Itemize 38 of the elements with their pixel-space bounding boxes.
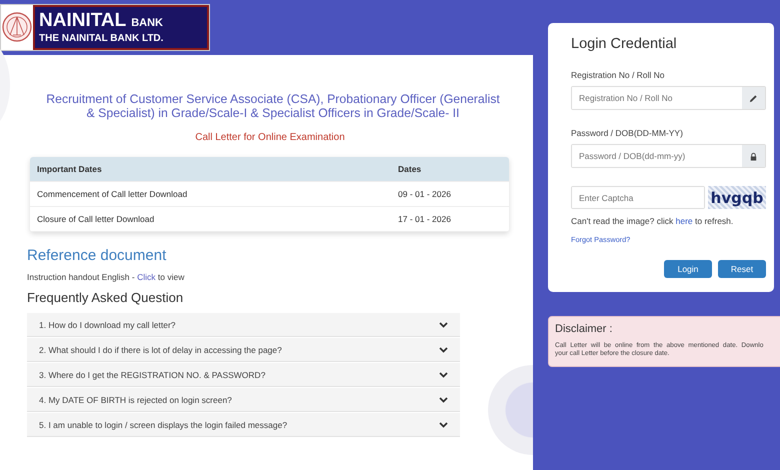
table-cell-text: 17 - 01 - 2026 — [397, 214, 452, 224]
login-button[interactable]: Login — [664, 260, 712, 278]
section-heading: Frequently Asked Question — [27, 290, 184, 305]
page-heading: Recruitment of Customer Service Associate (CSA), Probationary Officer (Generalist & Specialist) in Grade/Scale-I & Specialist Officers in Grade/Scale- II — [45, 92, 501, 120]
faq-item[interactable]: 2. What should I do if there is lot of delay in accessing the page? — [27, 338, 460, 362]
captcha-field[interactable]: Enter Captcha — [571, 186, 705, 209]
input-field[interactable]: Password / DOB(dd-mm-yy) — [571, 144, 766, 168]
faq-item[interactable]: 4. My DATE OF BIRTH is rejected on login screen? — [27, 388, 460, 412]
table-cell-text: Closure of Call letter Download — [36, 214, 156, 224]
faq-item[interactable]: 1. How do I download my call letter? — [27, 313, 460, 337]
refresh-link[interactable]: here — [676, 216, 693, 226]
view-link[interactable]: Click — [137, 272, 156, 282]
chevron-icon — [439, 422, 448, 428]
captcha-image: hvgqb — [708, 186, 766, 209]
faq-item[interactable]: 3. Where do I get the REGISTRATION NO. & PASSWORD? — [27, 363, 460, 387]
lock-icon — [742, 145, 765, 167]
faq-item[interactable]: 5. I am unable to login / screen displays the login failed message? — [27, 413, 460, 437]
disclaimer-title: Disclaimer : — [555, 323, 614, 335]
section-heading: Reference document — [27, 247, 168, 264]
field-label: Registration No / Roll No — [571, 70, 666, 80]
input-field[interactable]: Registration No / Roll No — [571, 86, 766, 110]
column-header: Dates — [397, 164, 422, 174]
reset-button[interactable]: Reset — [718, 260, 766, 278]
table-cell-text: 09 - 01 - 2026 — [397, 189, 452, 199]
chevron-icon — [439, 396, 448, 402]
card-title: Login Credential — [571, 36, 678, 52]
refresh-hint: Can't read the image? click here to refresh. — [571, 216, 734, 226]
chevron-icon — [439, 322, 448, 328]
chevron-icon — [439, 372, 448, 378]
logo-subtitle: THE NAINITAL BANK LTD. — [39, 33, 164, 44]
instruction-text: Instruction handout English - Click to view — [27, 272, 186, 282]
pencil-icon — [742, 87, 765, 109]
chevron-icon — [439, 346, 448, 352]
logo-title: NAINITAL BANK — [39, 11, 164, 33]
table-cell-text: Commencement of Call letter Download — [36, 189, 188, 199]
page-subheading: Call Letter for Online Examination — [194, 132, 346, 143]
field-label: Password / DOB(DD-MM-YY) — [571, 128, 684, 138]
column-header: Important Dates — [36, 164, 103, 174]
